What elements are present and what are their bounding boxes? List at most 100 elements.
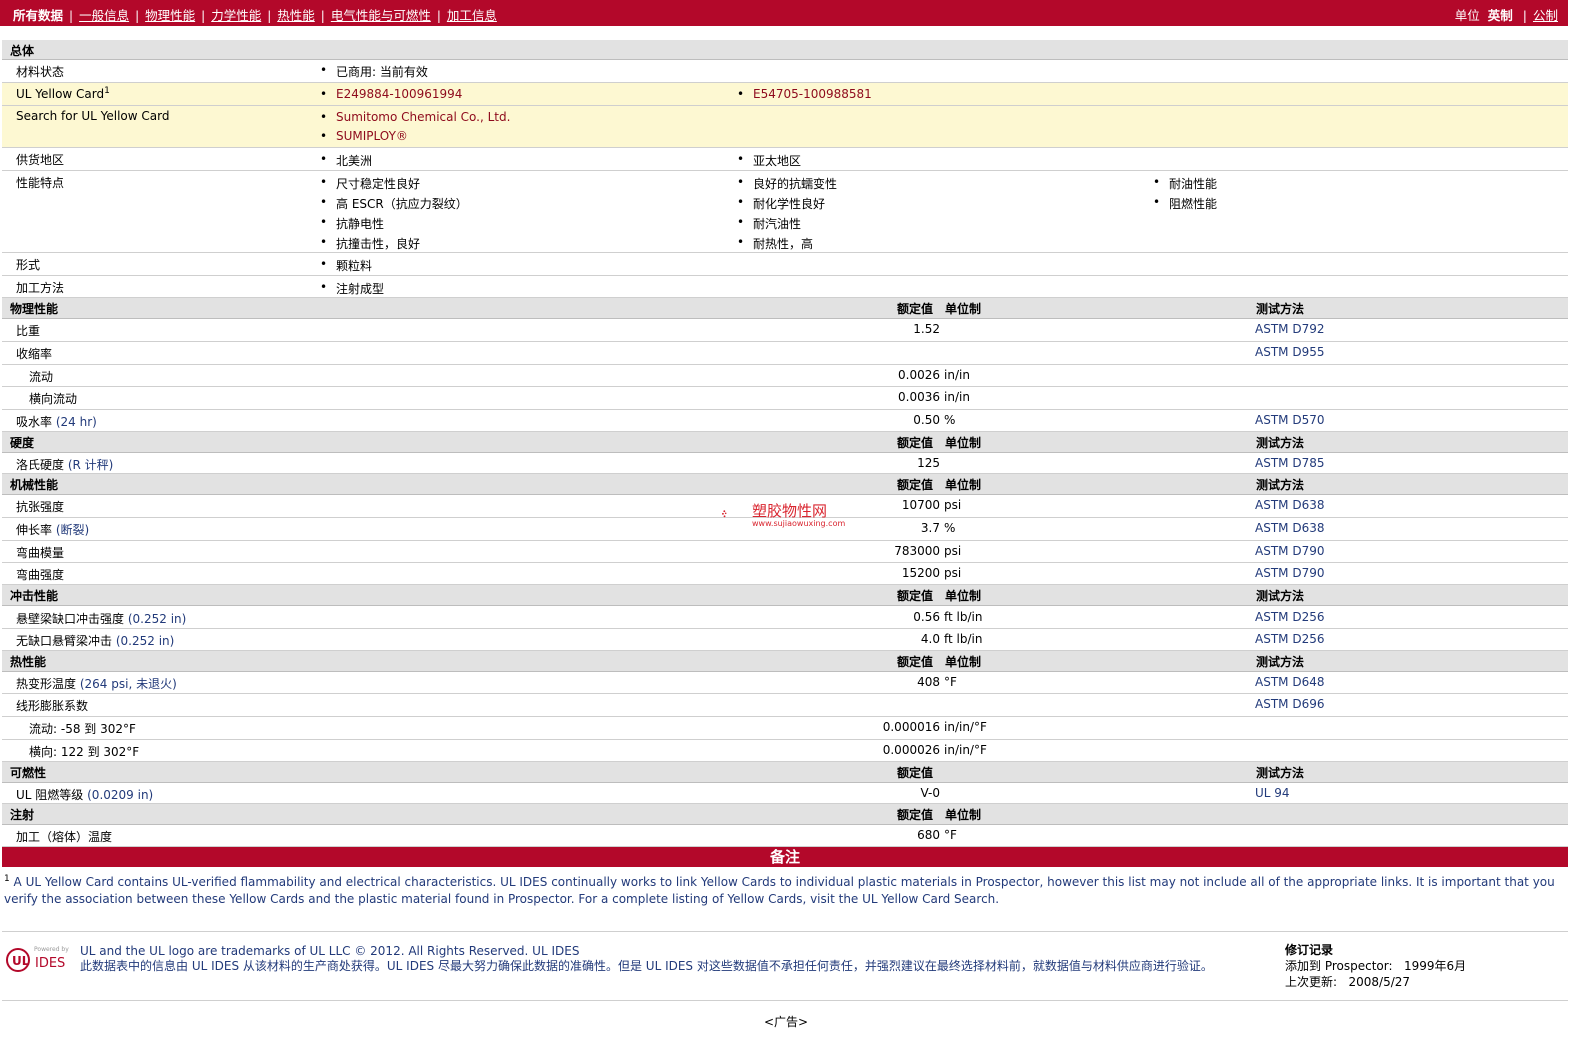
property-row: 洛氏硬度 (R 计秤) 125 ASTM D785 <box>2 453 1568 474</box>
feature-item: 耐汽油性 <box>737 215 801 232</box>
property-value: 783000 <box>894 544 940 558</box>
row-form: 形式 颗粒料 <box>2 253 1568 276</box>
test-method-link[interactable]: UL 94 <box>1255 786 1290 800</box>
property-value: 0.0036 <box>898 390 940 404</box>
tab-all-data[interactable]: 所有数据 <box>13 8 63 23</box>
property-unit: % <box>944 413 956 427</box>
column-header-value: 额定值 <box>897 302 934 316</box>
property-name: 加工（熔体）温度 <box>16 828 112 845</box>
test-method-link[interactable]: ASTM D256 <box>1255 632 1324 646</box>
unit-switch: 单位 英制 | 公制 <box>1454 8 1558 23</box>
property-value: 10700 <box>901 498 940 512</box>
tab-thermal[interactable]: 热性能 <box>277 8 315 23</box>
ul-ides-logo[interactable]: UL Powered by IDES <box>6 944 70 974</box>
test-method-link[interactable]: ASTM D790 <box>1255 566 1324 580</box>
test-method-link[interactable]: ASTM D792 <box>1255 322 1324 336</box>
property-row: 流动: -58 到 302°F 0.000016 in/in/°F <box>2 717 1568 740</box>
property-unit: in/in <box>944 390 970 404</box>
property-name: 线形膨胀系数 <box>16 697 88 714</box>
test-method-link[interactable]: ASTM D790 <box>1255 544 1324 558</box>
property-row: 无缺口悬臂梁冲击 (0.252 in) 4.0 ft lb/in ASTM D256 <box>2 629 1568 651</box>
row-label: 性能特点 <box>16 176 65 190</box>
column-header-unit: 单位制 <box>945 302 982 316</box>
property-name: 伸长率 (断裂) <box>16 521 89 538</box>
property-value: V-0 <box>920 786 940 800</box>
property-name: 横向: 122 到 302°F <box>29 743 139 760</box>
section-title: 物理性能 <box>10 302 59 316</box>
test-method-link[interactable]: ASTM D570 <box>1255 413 1324 427</box>
test-method-link[interactable]: ASTM D638 <box>1255 498 1324 512</box>
processing-value: 注射成型 <box>320 280 384 297</box>
property-row: 加工（熔体）温度 680 °F <box>2 825 1568 847</box>
search-link-sumiploy[interactable]: SUMIPLOY® <box>320 129 408 143</box>
property-unit: in/in/°F <box>944 743 987 757</box>
footer-divider <box>2 1000 1568 1001</box>
property-value: 680 <box>917 828 940 842</box>
search-link-sumitomo[interactable]: Sumitomo Chemical Co., Ltd. <box>320 110 510 124</box>
property-value: 0.56 <box>913 610 940 624</box>
watermark-url: www.sujiaowuxing.com <box>752 519 846 528</box>
property-unit: psi <box>944 566 962 580</box>
section-title: 总体 <box>10 44 35 58</box>
test-method-link[interactable]: ASTM D638 <box>1255 521 1324 535</box>
trademark-line: UL and the UL logo are trademarks of UL … <box>80 944 580 958</box>
property-condition: (0.0209 in) <box>87 788 154 802</box>
nav-tabs: 所有数据 | 一般信息 | 物理性能 | 力学性能 | 热性能 | 电气性能与可燃性 | 加工信息 <box>13 8 497 23</box>
yellow-card-link-2[interactable]: E54705-100988581 <box>737 87 872 101</box>
test-method-link[interactable]: ASTM D955 <box>1255 345 1324 359</box>
property-unit: ft lb/in <box>944 632 983 646</box>
property-condition: (264 psi, 未退火) <box>79 677 177 691</box>
column-header-unit: 单位制 <box>945 436 982 450</box>
footnote-text: 1 A UL Yellow Card contains UL-verified … <box>4 874 1555 906</box>
row-label: 供货地区 <box>16 153 65 167</box>
feature-item: 耐热性，高 <box>737 235 813 252</box>
tab-electrical-flammability[interactable]: 电气性能与可燃性 <box>331 8 431 23</box>
test-method-link[interactable]: ASTM D785 <box>1255 456 1324 470</box>
yellow-card-link-1[interactable]: E249884-100961994 <box>320 87 462 101</box>
property-label: 弯曲模量 <box>16 546 65 560</box>
property-label: 伸长率 <box>16 523 53 537</box>
row-supply-region: 供货地区 北美洲 亚太地区 <box>2 148 1568 171</box>
tab-physical[interactable]: 物理性能 <box>145 8 195 23</box>
property-name: 弯曲强度 <box>16 566 64 583</box>
property-label: 横向: 122 到 302°F <box>29 745 140 759</box>
tab-processing[interactable]: 加工信息 <box>447 8 497 23</box>
section-impact: 冲击性能 额定值 单位制 测试方法 <box>2 585 1568 606</box>
column-header-method: 测试方法 <box>1256 302 1305 316</box>
property-unit: ft lb/in <box>944 610 983 624</box>
row-yellow-card: UL Yellow Card1 E249884-100961994 E54705… <box>2 83 1568 106</box>
property-label: 线形膨胀系数 <box>16 699 89 713</box>
footer-disclaimer: UL and the UL logo are trademarks of UL … <box>80 944 1270 974</box>
section-physical: 物理性能 额定值 单位制 测试方法 <box>2 298 1568 319</box>
status-value: 已商用: 当前有效 <box>320 63 428 80</box>
property-name: 收缩率 <box>16 345 52 362</box>
section-title: 机械性能 <box>10 478 59 492</box>
property-value: 0.0026 <box>898 368 940 382</box>
column-header-value: 额定值 <box>897 766 934 780</box>
property-value: 1.52 <box>913 322 940 336</box>
unit-imperial: 英制 <box>1487 8 1513 23</box>
row-label: UL Yellow Card1 <box>16 86 110 101</box>
column-header-method: 测试方法 <box>1256 589 1305 603</box>
unit-metric-link[interactable]: 公制 <box>1533 8 1558 23</box>
section-thermal: 热性能 额定值 单位制 测试方法 <box>2 651 1568 672</box>
column-header-method: 测试方法 <box>1256 478 1305 492</box>
property-value: 4.0 <box>920 632 940 646</box>
tab-mechanical[interactable]: 力学性能 <box>211 8 261 23</box>
footnote-ref[interactable]: 1 <box>104 86 110 96</box>
property-name: UL 阻燃等级 (0.0209 in) <box>16 786 153 803</box>
property-name: 洛氏硬度 (R 计秤) <box>16 456 113 473</box>
column-header-value: 额定值 <box>897 436 934 450</box>
property-label: 无缺口悬臂梁冲击 <box>16 634 113 648</box>
section-title: 硬度 <box>10 436 35 450</box>
property-label: 热变形温度 <box>16 677 77 691</box>
property-value: 0.000026 <box>882 743 940 757</box>
test-method-link[interactable]: ASTM D256 <box>1255 610 1324 624</box>
property-condition: (R 计秤) <box>67 458 114 472</box>
row-label: 材料状态 <box>16 65 65 79</box>
section-title: 可燃性 <box>10 766 47 780</box>
property-name: 吸水率 (24 hr) <box>16 413 97 430</box>
tab-general-info[interactable]: 一般信息 <box>79 8 129 23</box>
test-method-link[interactable]: ASTM D696 <box>1255 697 1324 711</box>
test-method-link[interactable]: ASTM D648 <box>1255 675 1324 689</box>
